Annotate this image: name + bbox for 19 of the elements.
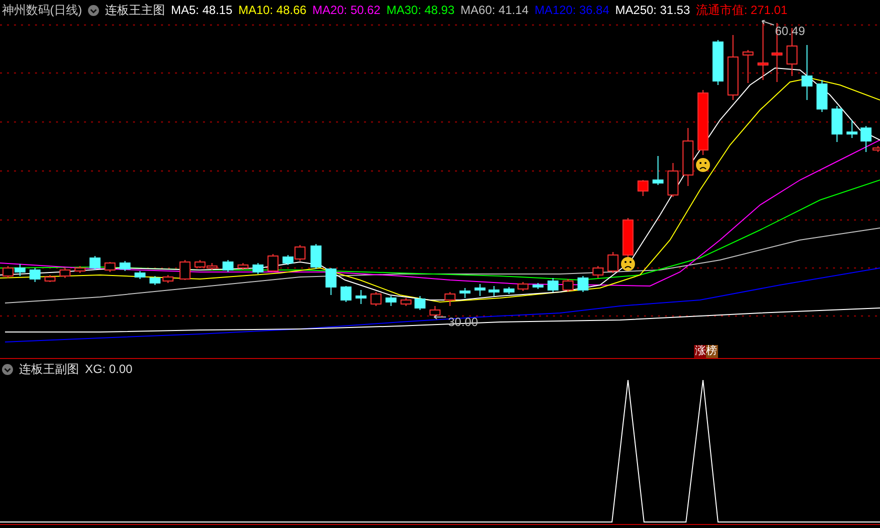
sad-face-icon [621,257,635,271]
high-pointer-arrow-icon [762,20,774,26]
indicator-value: MA60: 41.14 [460,3,529,17]
limit-up-badge: 涨榜 [694,345,718,358]
chevron-down-icon[interactable] [88,4,99,16]
stock-title: 神州数码(日线) [2,2,82,18]
sub-indicator-name: 连板王副图 [19,360,79,378]
sad-face-icon [696,158,710,172]
indicator-value: XG: 0.00 [85,362,132,376]
indicator-value: MA5: 48.15 [171,3,232,17]
low-pointer-arrow-icon [434,314,446,320]
indicator-value: MA120: 36.84 [534,3,610,17]
indicator-name: 连板王主图 [105,2,165,18]
indicator-value: MA10: 48.66 [238,3,306,17]
indicator-value: MA250: 31.53 [615,3,690,17]
chevron-down-icon[interactable] [2,364,13,374]
indicator-value: MA30: 48.93 [386,3,455,17]
indicator-value: MA20: 50.62 [312,3,380,17]
indicator-value: 流通市值: 271.01 [696,2,788,18]
